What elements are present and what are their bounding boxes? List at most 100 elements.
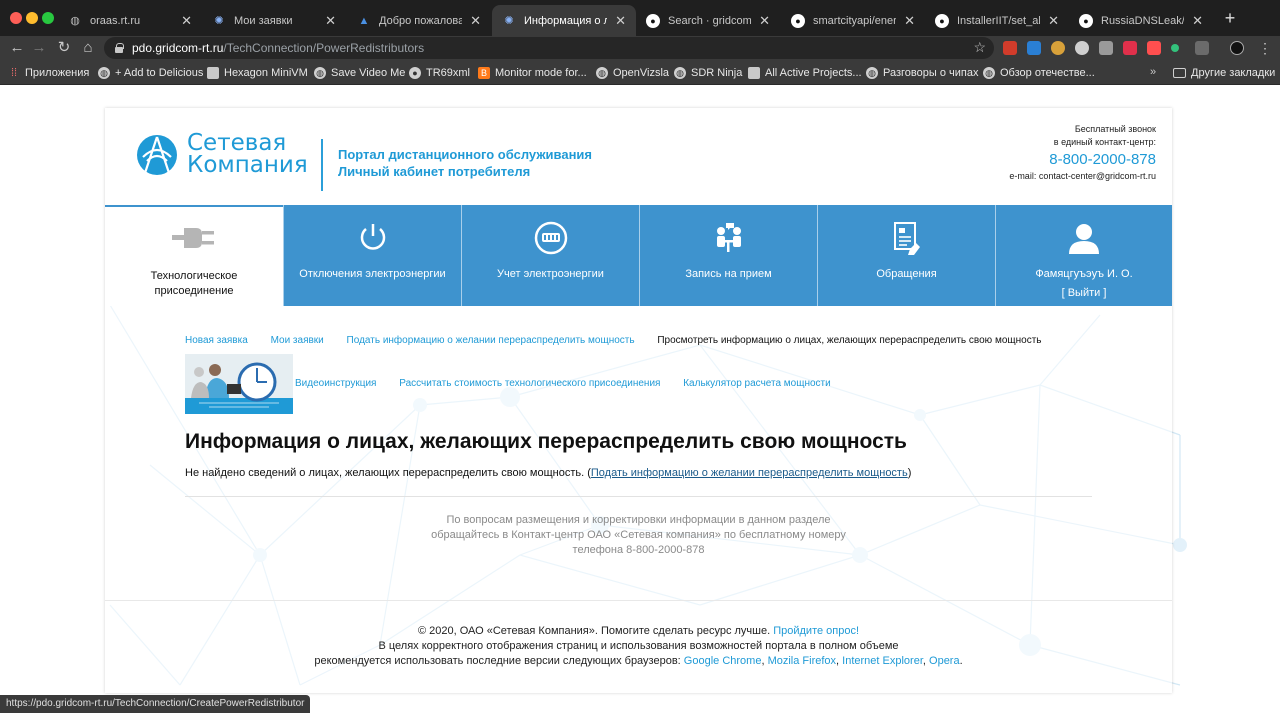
browser-tab[interactable]: ● InstallerIIT/set_all.reg ✕ — [925, 5, 1069, 36]
bookmark-item[interactable]: ◍ Save Video Me — [314, 65, 405, 81]
bookmark-star-icon[interactable]: ☆ — [973, 39, 986, 56]
minimize-window-button[interactable] — [26, 12, 38, 24]
status-bar-url: https://pdo.gridcom-rt.ru/TechConnection… — [0, 695, 311, 713]
bookmark-item[interactable]: ◍ SDR Ninja — [674, 65, 742, 81]
image-icon — [748, 67, 760, 79]
bookmark-label: SDR Ninja — [691, 67, 743, 79]
bookmarks-overflow-icon[interactable]: » — [1150, 66, 1156, 78]
bookmark-item[interactable]: All Active Projects... — [748, 65, 862, 81]
portal-subtitle: Портал дистанционного обслуживания — [338, 147, 593, 162]
tab-title: Мои заявки — [234, 14, 293, 27]
cookie-extension-icon[interactable] — [1051, 41, 1065, 55]
close-tab-icon[interactable]: ✕ — [1048, 13, 1059, 29]
submit-info-link[interactable]: Подать информацию о желании перераспреде… — [591, 467, 908, 479]
tab-title: smartcityapi/energy_k — [813, 14, 897, 27]
logout-link[interactable]: [ Выйти ] — [996, 287, 1172, 299]
bookmark-item[interactable]: ◍ OpenVizsla — [596, 65, 669, 81]
bookmark-item[interactable]: ◍ Обзор отечестве... — [983, 65, 1095, 81]
nav-metering[interactable]: Учет электроэнергии — [461, 205, 639, 306]
github-icon: ● — [1079, 13, 1093, 28]
close-tab-icon[interactable]: ✕ — [759, 13, 770, 29]
extension-icon[interactable] — [1027, 41, 1041, 55]
nav-appointment[interactable]: Запись на прием — [639, 205, 817, 306]
close-tab-icon[interactable]: ✕ — [325, 13, 336, 29]
extension-icon[interactable] — [1099, 41, 1113, 55]
extension-icon[interactable] — [1075, 41, 1089, 55]
contact-phone: 8-800-2000-878 — [1049, 151, 1156, 168]
bookmark-item[interactable]: ◍ + Add to Delicious — [98, 65, 203, 81]
browser-tab[interactable]: ● smartcityapi/energy_k ✕ — [781, 5, 925, 36]
company-logo-icon[interactable] — [135, 131, 179, 177]
back-arrow-icon[interactable]: ← — [8, 39, 26, 57]
globe-icon: ◍ — [983, 67, 995, 79]
breadcrumb-current: Просмотреть информацию о лицах, желающих… — [657, 335, 1042, 346]
nav-label-line: присоединение — [154, 285, 234, 297]
notice-end: ) — [907, 467, 912, 479]
logo-line-2: Компания — [187, 152, 308, 178]
nav-requests[interactable]: Обращения — [817, 205, 995, 306]
browser-tab-active[interactable]: ✺ Информация о лицах ✕ — [492, 5, 636, 36]
footer-text: рекомендуется использовать последние вер… — [314, 655, 684, 667]
tab-title: oraas.rt.ru — [90, 14, 141, 27]
browser-tab[interactable]: ● RussiaDNSLeak/tatar ✕ — [1069, 5, 1213, 36]
extension-icon[interactable] — [1147, 41, 1161, 55]
browser-tab[interactable]: ✺ Мои заявки ✕ — [202, 5, 346, 36]
browser-tab[interactable]: ● Search · gridcom-rt.r ✕ — [636, 5, 780, 36]
blogger-icon: B — [478, 67, 490, 79]
portal-subtitle: Личный кабинет потребителя — [338, 164, 531, 179]
forward-arrow-icon[interactable]: → — [30, 39, 48, 57]
browser-toolbar: ← → ↻ ⌂ pdo.gridcom-rt.ru /TechConnectio… — [0, 36, 1280, 61]
new-tab-button[interactable]: + — [1222, 9, 1238, 27]
github-icon: ● — [791, 13, 805, 28]
calculate-cost-link[interactable]: Рассчитать стоимость технологического пр… — [399, 378, 660, 389]
close-tab-icon[interactable]: ✕ — [181, 13, 192, 29]
browser-menu-icon[interactable]: ⋮ — [1258, 40, 1272, 56]
browser-tab[interactable]: ◍ oraas.rt.ru ✕ — [58, 5, 202, 36]
close-tab-icon[interactable]: ✕ — [904, 13, 915, 29]
new-request-link[interactable]: Новая заявка — [185, 335, 248, 346]
empty-state-notice: Не найдено сведений о лицах, желающих пе… — [185, 467, 911, 479]
submit-redistribution-link[interactable]: Подать информацию о желании перераспреде… — [347, 335, 635, 346]
appointment-icon — [716, 223, 741, 252]
home-icon[interactable]: ⌂ — [79, 39, 97, 57]
my-requests-link[interactable]: Мои заявки — [271, 335, 324, 346]
nav-label-line: Технологическое — [150, 270, 238, 282]
close-window-button[interactable] — [10, 12, 22, 24]
video-instruction-thumbnail[interactable] — [185, 354, 293, 414]
ie-link[interactable]: Internet Explorer — [842, 655, 923, 667]
company-logo-text[interactable]: Сетевая Компания — [187, 130, 308, 178]
close-tab-icon[interactable]: ✕ — [1192, 13, 1203, 29]
reload-icon[interactable]: ↻ — [55, 39, 73, 57]
close-tab-icon[interactable]: ✕ — [615, 13, 626, 29]
bookmark-label: Приложения — [25, 67, 90, 79]
chrome-link[interactable]: Google Chrome — [684, 655, 762, 667]
power-icon — [360, 224, 385, 250]
nav-outages[interactable]: Отключения электроэнергии — [283, 205, 461, 306]
survey-link[interactable]: Пройдите опрос! — [773, 625, 859, 637]
bookmark-item[interactable]: ● TR69xml — [409, 65, 470, 81]
github-icon: ● — [935, 13, 949, 28]
maximize-window-button[interactable] — [42, 12, 54, 24]
bookmark-item[interactable]: B Monitor mode for... — [478, 65, 587, 81]
extension-icon[interactable] — [1123, 41, 1137, 55]
bookmark-other-folder[interactable]: Другие закладки — [1173, 65, 1275, 81]
nav-user-profile[interactable]: Фамяцгуъэуъ И. О. [ Выйти ] — [995, 205, 1172, 306]
extension-icon[interactable] — [1195, 41, 1209, 55]
browser-tab[interactable]: ▲ Добро пожаловать ✕ — [347, 5, 491, 36]
extension-icon[interactable] — [1171, 44, 1179, 52]
avatar[interactable] — [1230, 41, 1244, 55]
close-tab-icon[interactable]: ✕ — [470, 13, 481, 29]
nav-tech-connection[interactable]: Технологическое присоединение — [105, 205, 283, 306]
footer-period: . — [959, 655, 963, 667]
ublock-extension-icon[interactable] — [1003, 41, 1017, 55]
bookmark-item[interactable]: ◍ Разговоры о чипах — [866, 65, 978, 81]
video-instruction-link[interactable]: Видеоинструкция — [295, 378, 376, 389]
bookmark-item[interactable]: Hexagon MiniVM — [207, 65, 308, 81]
logo-line-1: Сетевая — [187, 130, 287, 156]
firefox-link[interactable]: Mozila Firefox — [768, 655, 836, 667]
bookmark-label: Другие закладки — [1191, 67, 1276, 79]
bookmark-apps[interactable]: ⁞⁞ Приложения — [8, 65, 89, 81]
opera-link[interactable]: Opera — [929, 655, 960, 667]
power-calculator-link[interactable]: Калькулятор расчета мощности — [683, 378, 831, 389]
address-bar[interactable]: pdo.gridcom-rt.ru /TechConnection/PowerR… — [104, 37, 994, 59]
